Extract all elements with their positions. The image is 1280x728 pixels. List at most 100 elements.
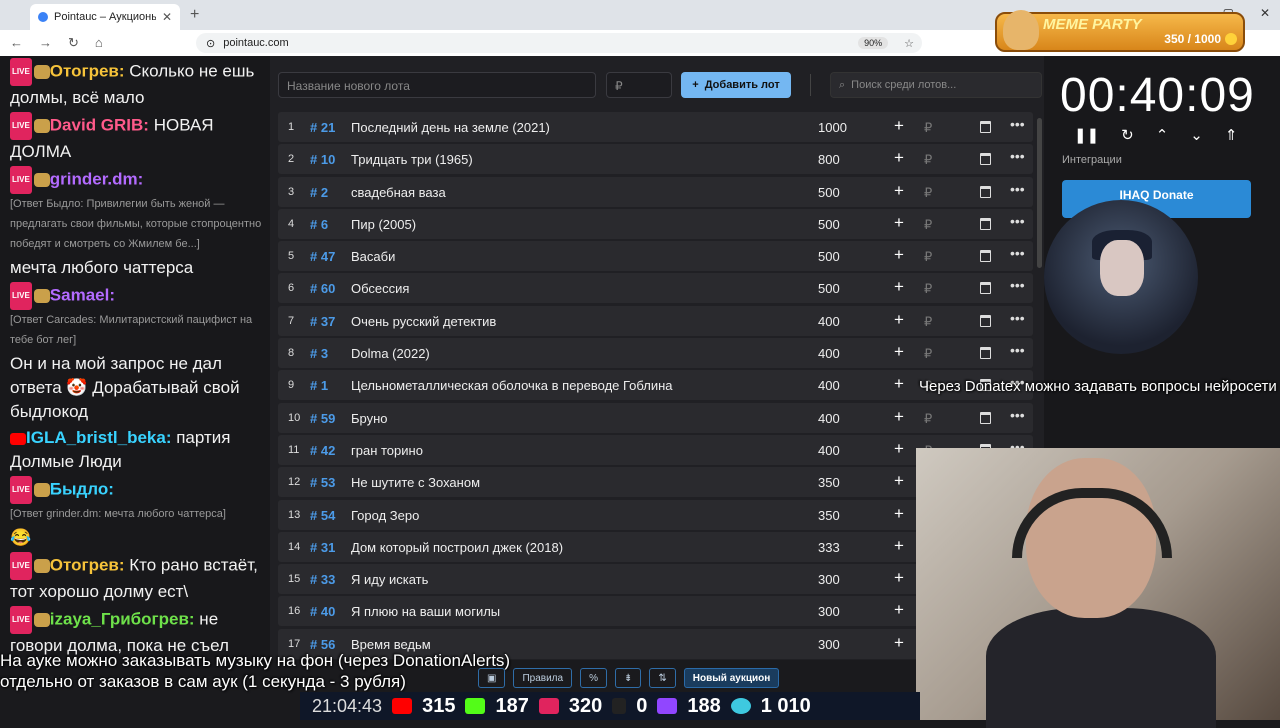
favorite-star-icon[interactable]: ☆ (904, 37, 914, 50)
add-amount-icon[interactable]: + (894, 504, 904, 524)
lot-amount[interactable]: 400 (818, 346, 840, 361)
lot-name[interactable]: Время ведьм (351, 637, 431, 652)
lot-name[interactable]: свадебная ваза (351, 185, 446, 200)
lot-row[interactable]: 6 # 60 Обсессия 500 + ₽ ••• (278, 273, 1033, 304)
chat-nick[interactable]: grinder.dm: (50, 169, 144, 188)
lot-row[interactable]: 3 # 2 свадебная ваза 500 + ₽ ••• (278, 176, 1033, 207)
percent-button[interactable]: % (580, 668, 607, 688)
lot-row[interactable]: 1 # 21 Последний день на земле (2021) 1000 +… (278, 112, 1033, 142)
new-lot-input[interactable]: Название нового лота (278, 72, 596, 98)
lot-name[interactable]: Бруно (351, 411, 388, 426)
lot-amount[interactable]: 500 (818, 249, 840, 264)
zoom-level[interactable]: 90% (858, 37, 889, 49)
forward-icon[interactable]: → (39, 35, 52, 51)
chevron-down-icon[interactable]: ⌄ (1190, 126, 1203, 144)
more-icon[interactable]: ••• (1010, 116, 1025, 132)
sort-icon[interactable]: ⇅ (649, 668, 676, 688)
lot-name[interactable]: Очень русский детектив (351, 314, 496, 329)
lot-name[interactable]: гран торино (351, 443, 423, 458)
close-tab-icon[interactable]: ✕ (162, 10, 172, 24)
chat-nick[interactable]: Быдло: (50, 479, 114, 498)
delete-icon[interactable] (980, 411, 991, 424)
double-up-icon[interactable]: ⇑ (1225, 126, 1238, 144)
delete-icon[interactable] (980, 217, 991, 230)
lot-amount[interactable]: 1000 (818, 120, 847, 135)
pause-icon[interactable]: ❚❚ (1074, 126, 1099, 144)
reset-icon[interactable]: ↻ (1121, 126, 1134, 144)
integrations-dropdown[interactable]: Интеграции (1062, 154, 1122, 166)
scrollbar[interactable] (1037, 118, 1042, 268)
add-amount-icon[interactable]: + (894, 310, 904, 330)
chat-nick[interactable]: Отогрев: (50, 555, 125, 574)
url-field[interactable]: ⊙ pointauc.com 90% ☆ (196, 33, 922, 53)
lot-amount[interactable]: 350 (818, 475, 840, 490)
delete-icon[interactable] (980, 185, 991, 198)
add-amount-icon[interactable]: + (894, 407, 904, 427)
more-icon[interactable]: ••• (1010, 277, 1025, 293)
lot-row[interactable]: 7 # 37 Очень русский детектив 400 + ₽ ••• (278, 305, 1033, 336)
add-amount-icon[interactable]: + (894, 633, 904, 653)
delete-icon[interactable] (980, 250, 991, 263)
lot-name[interactable]: Последний день на земле (2021) (351, 120, 550, 135)
site-info-icon[interactable]: ⊙ (206, 37, 215, 50)
lot-name[interactable]: Дом который построил джек (2018) (351, 540, 563, 555)
lot-amount[interactable]: 400 (818, 378, 840, 393)
chat-nick[interactable]: IGLA_bristl_beka: (26, 428, 172, 447)
lot-name[interactable]: Я плюю на ваши могилы (351, 604, 500, 619)
delete-icon[interactable] (980, 121, 991, 133)
lot-amount[interactable]: 333 (818, 540, 840, 555)
lot-amount[interactable]: 300 (818, 604, 840, 619)
lot-row[interactable]: 4 # 6 Пир (2005) 500 + ₽ ••• (278, 208, 1033, 239)
lot-name[interactable]: Не шутите с Зоханом (351, 475, 480, 490)
lot-name[interactable]: Цельнометаллическая оболочка в переводе … (351, 378, 673, 393)
lot-name[interactable]: Васаби (351, 249, 395, 264)
delete-icon[interactable] (980, 153, 991, 166)
more-icon[interactable]: ••• (1010, 245, 1025, 261)
save-icon[interactable]: ▣ (478, 668, 506, 688)
more-icon[interactable]: ••• (1010, 310, 1025, 326)
lot-amount[interactable]: 500 (818, 281, 840, 296)
lot-name[interactable]: Я иду искать (351, 572, 428, 587)
lot-amount[interactable]: 400 (818, 314, 840, 329)
add-amount-icon[interactable]: + (894, 600, 904, 620)
lot-amount[interactable]: 500 (818, 185, 840, 200)
chat-nick[interactable]: Samael: (50, 285, 115, 304)
lot-row[interactable]: 10 # 59 Бруно 400 + ₽ ••• (278, 402, 1033, 433)
more-icon[interactable]: ••• (1010, 213, 1025, 229)
lot-amount[interactable]: 800 (818, 152, 840, 167)
add-amount-icon[interactable]: + (894, 536, 904, 556)
add-amount-icon[interactable]: + (894, 374, 904, 394)
delete-icon[interactable] (980, 282, 991, 295)
lot-name[interactable]: Обсессия (351, 281, 409, 296)
lot-search-input[interactable]: ⌕ Поиск среди лотов... (830, 72, 1042, 98)
reload-icon[interactable]: ↻ (68, 35, 79, 51)
lot-row[interactable]: 5 # 47 Васаби 500 + ₽ ••• (278, 241, 1033, 272)
home-icon[interactable]: ⌂ (95, 35, 103, 51)
add-amount-icon[interactable]: + (894, 439, 904, 459)
amount-input[interactable]: ₽ (606, 72, 672, 98)
chat-nick[interactable]: David GRIB: (50, 115, 149, 134)
add-amount-icon[interactable]: + (894, 116, 904, 136)
new-tab-icon[interactable]: + (190, 6, 199, 24)
add-amount-icon[interactable]: + (894, 181, 904, 201)
lot-amount[interactable]: 300 (818, 572, 840, 587)
add-amount-icon[interactable]: + (894, 471, 904, 491)
chat-nick[interactable]: izaya_Грибогрев: (50, 609, 195, 628)
add-amount-icon[interactable]: + (894, 342, 904, 362)
add-amount-icon[interactable]: + (894, 245, 904, 265)
chevron-up-icon[interactable]: ⌃ (1156, 126, 1169, 144)
lot-name[interactable]: Город Зеро (351, 508, 419, 523)
add-amount-icon[interactable]: + (894, 277, 904, 297)
more-icon[interactable]: ••• (1010, 148, 1025, 164)
split-icon[interactable]: ⇟ (614, 668, 642, 688)
lot-row[interactable]: 2 # 10 Тридцать три (1965) 800 + ₽ ••• (278, 144, 1033, 175)
rules-button[interactable]: Правила (513, 668, 573, 688)
lot-amount[interactable]: 400 (818, 411, 840, 426)
more-icon[interactable]: ••• (1010, 342, 1025, 358)
lot-row[interactable]: 8 # 3 Dolma (2022) 400 + ₽ ••• (278, 338, 1033, 369)
chat-nick[interactable]: Отогрев: (50, 61, 125, 80)
add-lot-button[interactable]: + Добавить лот (681, 72, 791, 98)
delete-icon[interactable] (980, 347, 991, 360)
back-icon[interactable]: ← (10, 35, 23, 51)
close-window-icon[interactable]: ✕ (1260, 6, 1270, 20)
